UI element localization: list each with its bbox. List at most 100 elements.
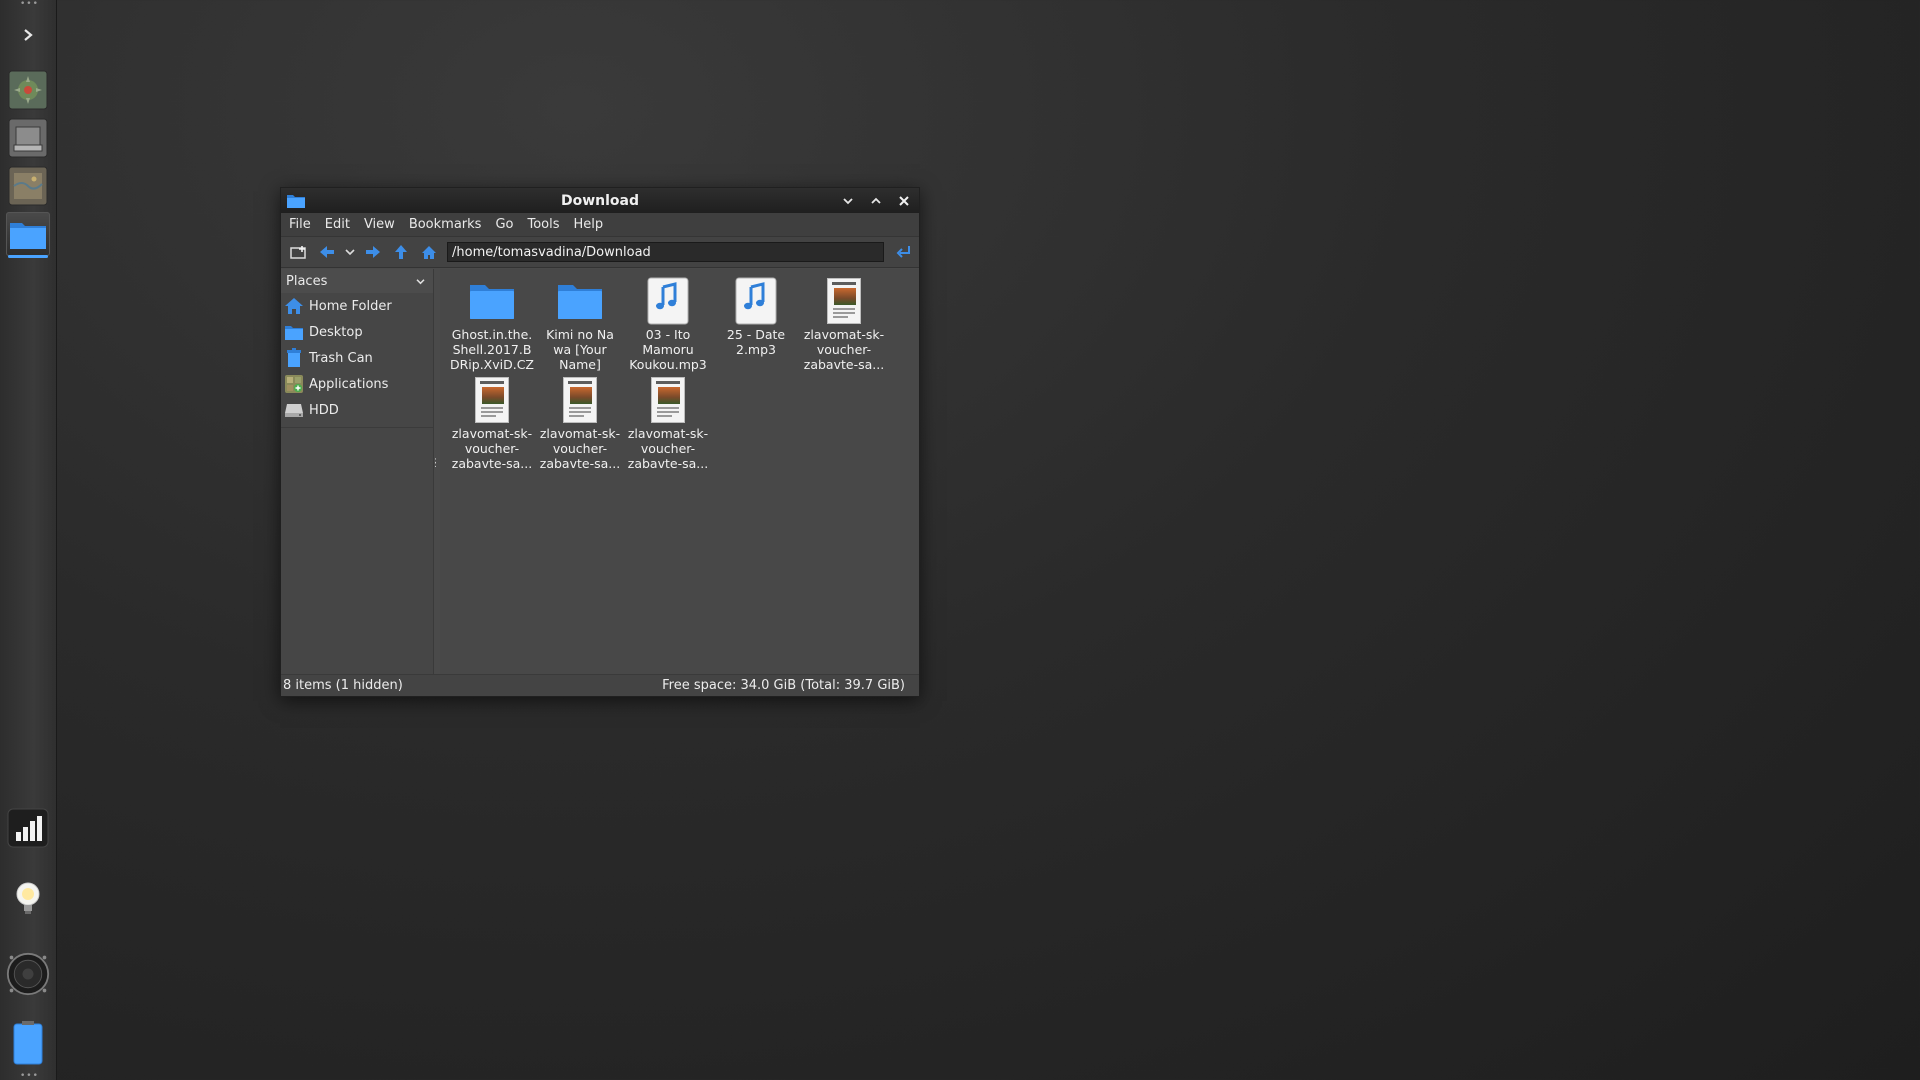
file-item[interactable]: zlavomat-sk- voucher- zabavte-sa... (800, 277, 888, 376)
dock-system-monitor[interactable] (6, 806, 50, 850)
file-item[interactable]: zlavomat-sk- voucher- zabavte-sa... (624, 376, 712, 475)
sidebar-divider (281, 427, 433, 428)
lightbulb-icon (16, 882, 40, 914)
places-sidebar: Places Home Folder Desktop Trash Can App… (281, 269, 437, 674)
home-icon (283, 295, 305, 317)
go-button[interactable] (890, 240, 918, 264)
item-count: 8 items (1 hidden) (283, 678, 403, 693)
file-name: 03 - Ito Mamoru Koukou.mp3 (629, 327, 707, 372)
dock-map-app[interactable] (6, 164, 50, 208)
folder-icon (556, 277, 604, 325)
file-name: 25 - Date 2.mp3 (726, 327, 786, 357)
window-titlebar[interactable]: Download (281, 188, 919, 213)
file-name: zlavomat-sk- voucher- zabavte-sa... (803, 327, 885, 372)
file-manager-window: Download File Edit View Bookmarks Go Too… (280, 187, 920, 697)
place-hdd[interactable]: HDD (281, 397, 433, 423)
dock-settings-app[interactable] (6, 68, 50, 112)
dock-volume-knob[interactable] (6, 949, 50, 999)
close-icon (899, 195, 909, 206)
dock-light-indicator[interactable] (6, 876, 50, 920)
menu-edit[interactable]: Edit (323, 216, 352, 233)
file-item[interactable]: 03 - Ito Mamoru Koukou.mp3 (624, 277, 712, 376)
place-desktop[interactable]: Desktop (281, 319, 433, 345)
file-item[interactable]: 25 - Date 2.mp3 (712, 277, 800, 376)
window-title: Download (560, 192, 640, 209)
window-close-button[interactable] (893, 191, 915, 210)
place-applications[interactable]: Applications (281, 371, 433, 397)
menu-file[interactable]: File (287, 216, 313, 233)
chevron-up-icon (871, 197, 881, 204)
document-thumbnail-icon (556, 376, 604, 424)
arrow-left-icon (320, 246, 334, 258)
file-item[interactable]: zlavomat-sk- voucher- zabavte-sa... (448, 376, 536, 475)
file-name: zlavomat-sk- voucher- zabavte-sa... (627, 426, 709, 471)
statusbar: 8 items (1 hidden) Free space: 34.0 GiB … (281, 674, 919, 696)
chevron-down-icon (843, 197, 853, 204)
place-label: Applications (309, 376, 389, 392)
file-name: Kimi no Na wa [Your Name] (546, 327, 614, 372)
home-button[interactable] (415, 240, 443, 264)
places-label: Places (286, 273, 328, 289)
file-name: Ghost.in.the. Shell.2017.B DRip.XviD.CZ (449, 327, 534, 372)
chevron-right-icon (24, 29, 33, 41)
document-thumbnail-icon (644, 376, 692, 424)
bar-chart-icon (7, 808, 49, 848)
file-item[interactable]: Ghost.in.the. Shell.2017.B DRip.XviD.CZ (448, 277, 536, 376)
place-label: Desktop (309, 324, 363, 340)
places-selector[interactable]: Places (281, 269, 433, 293)
window-maximize-button[interactable] (865, 191, 887, 210)
place-label: Trash Can (309, 350, 373, 366)
hdd-icon (283, 399, 305, 421)
battery-icon (13, 1021, 43, 1065)
dock-battery-indicator[interactable] (6, 1018, 50, 1068)
speaker-knob-icon (6, 952, 50, 996)
file-view: Ghost.in.the. Shell.2017.B DRip.XviD.CZ … (440, 269, 919, 674)
back-button[interactable] (313, 240, 341, 264)
pane-splitter[interactable]: :: (434, 457, 437, 470)
place-label: HDD (309, 402, 339, 418)
menu-go[interactable]: Go (493, 216, 515, 233)
free-space: Free space: 34.0 GiB (Total: 39.7 GiB) (662, 678, 905, 693)
chevron-down-icon (345, 249, 355, 256)
dock: ••• ••• (0, 0, 57, 1080)
arrow-right-icon (366, 246, 380, 258)
dock-drive-app[interactable] (6, 116, 50, 160)
arrow-up-icon (395, 245, 407, 259)
file-item[interactable]: zlavomat-sk- voucher- zabavte-sa... (536, 376, 624, 475)
dock-top-grip[interactable]: ••• (20, 0, 38, 9)
dock-bottom-grip[interactable]: ••• (20, 1072, 38, 1080)
location-input[interactable] (447, 242, 884, 262)
map-icon (8, 166, 48, 206)
forward-button[interactable] (359, 240, 387, 264)
window-menu-button[interactable] (837, 191, 859, 210)
file-grid: Ghost.in.the. Shell.2017.B DRip.XviD.CZ … (448, 277, 919, 475)
dock-expand-button[interactable] (10, 20, 46, 50)
new-tab-button[interactable] (285, 240, 313, 264)
jump-icon (896, 246, 910, 258)
menu-bookmarks[interactable]: Bookmarks (407, 216, 484, 233)
mp3-file-icon (732, 277, 780, 325)
toolbar (281, 237, 919, 268)
up-button[interactable] (387, 240, 415, 264)
document-thumbnail-icon (820, 277, 868, 325)
file-name: zlavomat-sk- voucher- zabavte-sa... (451, 426, 533, 471)
place-label: Home Folder (309, 298, 392, 314)
menu-tools[interactable]: Tools (525, 216, 561, 233)
place-home-folder[interactable]: Home Folder (281, 293, 433, 319)
chevron-down-icon (416, 278, 425, 284)
folder-icon (10, 223, 46, 249)
trash-icon (283, 347, 305, 369)
mp3-file-icon (644, 277, 692, 325)
file-item[interactable]: Kimi no Na wa [Your Name] (536, 277, 624, 376)
document-thumbnail-icon (468, 376, 516, 424)
place-trash-can[interactable]: Trash Can (281, 345, 433, 371)
menu-help[interactable]: Help (572, 216, 606, 233)
menubar: File Edit View Bookmarks Go Tools Help (281, 213, 919, 237)
menu-view[interactable]: View (362, 216, 397, 233)
history-dropdown-button[interactable] (341, 240, 359, 264)
new-tab-icon (290, 246, 306, 259)
folder-icon (468, 277, 516, 325)
desktop-icon (283, 321, 305, 343)
dock-file-manager-app[interactable] (6, 212, 50, 258)
home-icon (422, 245, 436, 259)
